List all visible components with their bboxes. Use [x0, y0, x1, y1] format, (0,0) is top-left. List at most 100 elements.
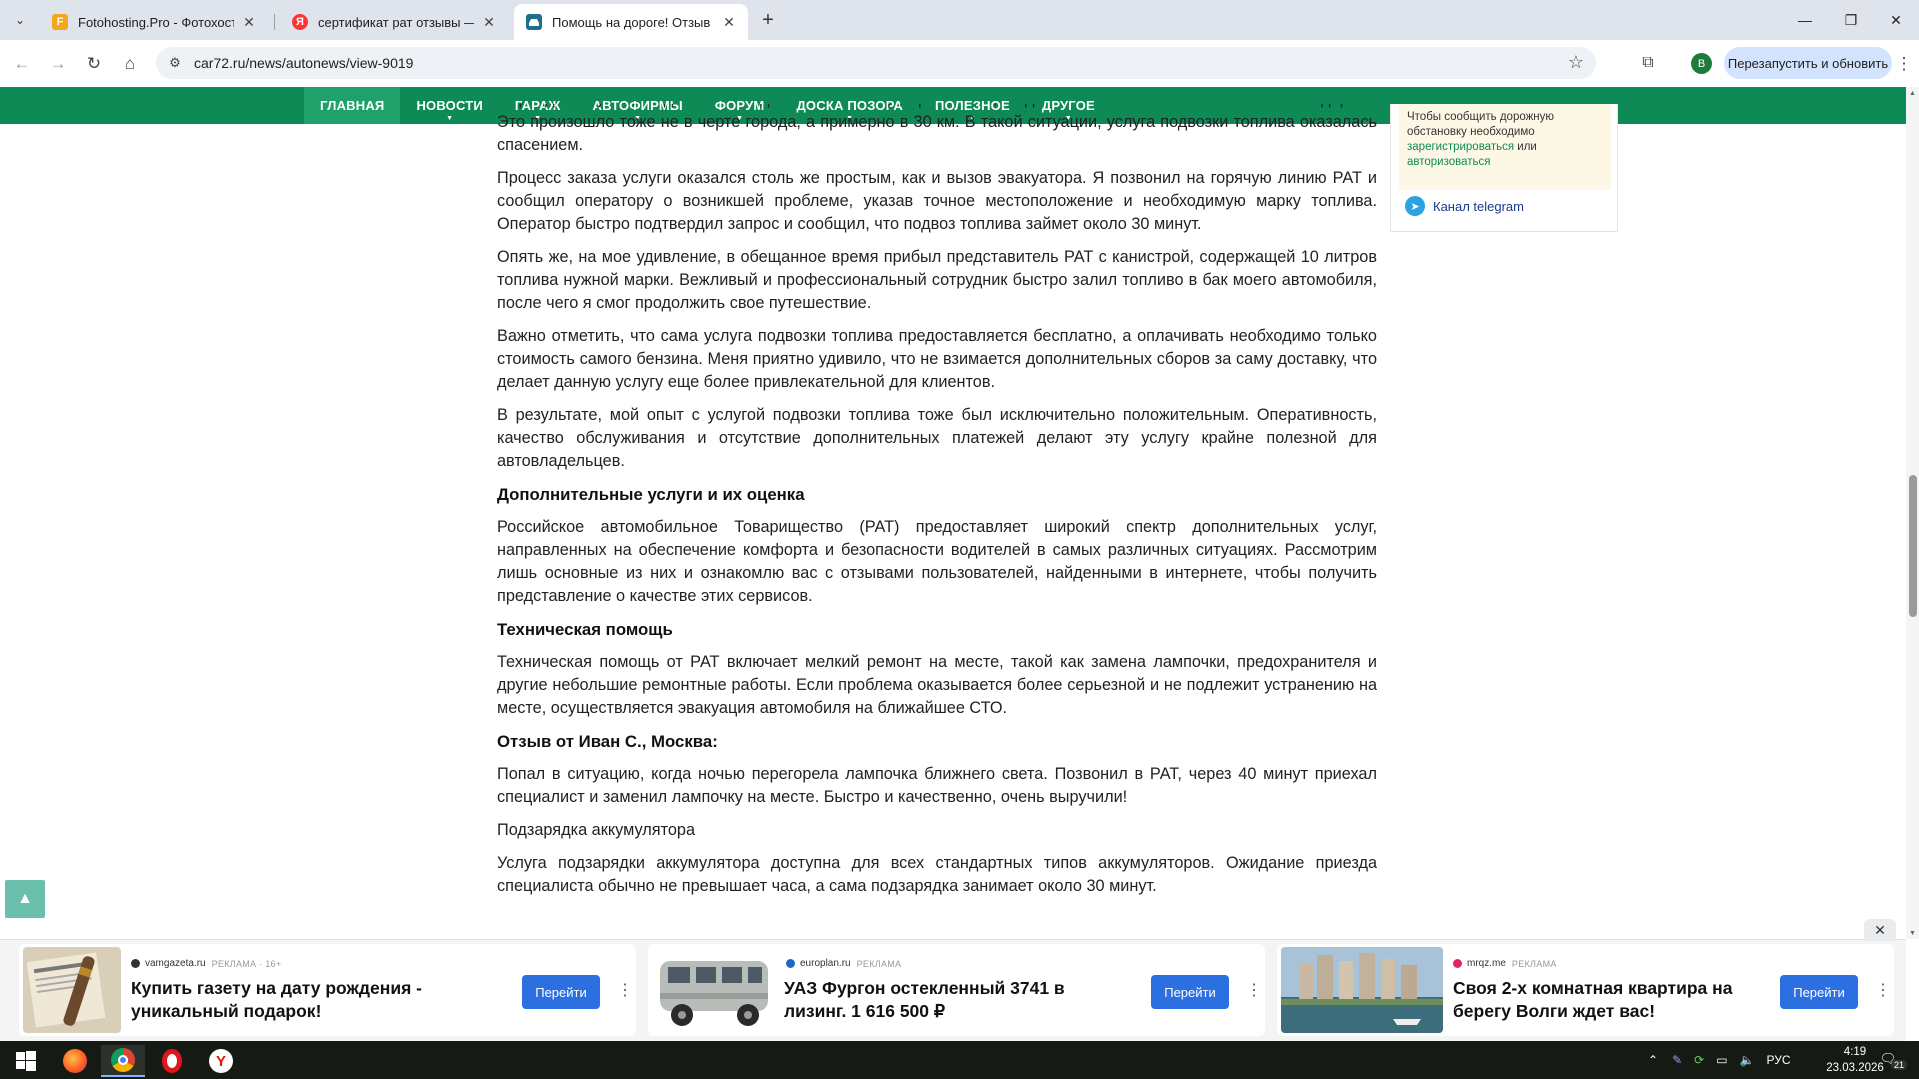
clock[interactable]: 4:19 23.03.2026 [1824, 1044, 1886, 1076]
fotohosting-favicon-icon: F [52, 14, 68, 30]
ad-more-icon[interactable]: ⋮ [1246, 980, 1262, 1000]
ad-source: vamgazeta.ru РЕКЛАМА · 16+ [131, 958, 281, 969]
article-paragraph: Услуга подзарядки аккумулятора доступна … [497, 854, 1377, 895]
tab-title: сертификат рат отзывы — Янд [318, 14, 474, 30]
telegram-icon: ➤ [1405, 196, 1425, 216]
scroll-to-top-button[interactable]: ▲ [5, 880, 45, 918]
tab-title: Fotohosting.Pro - Фотохостинг [78, 14, 234, 30]
yandex-favicon-icon: Я [292, 14, 308, 30]
article-paragraph: Подзарядка аккумулятора [497, 821, 696, 839]
ad-go-button[interactable]: Перейти [522, 975, 600, 1009]
show-hidden-icons-icon[interactable]: ⌃ [1648, 1053, 1658, 1067]
ad-source: europlan.ru РЕКЛАМА [786, 958, 901, 969]
ad-card-apartment[interactable]: mrqz.me РЕКЛАМА Своя 2-х комнатная кварт… [1277, 944, 1894, 1036]
article-paragraph: Еще один случай, когда мне понадобилась … [497, 104, 1377, 154]
pen-icon[interactable]: ✎ [1672, 1053, 1682, 1067]
article-paragraph: Российское автомобильное Товарищество (Р… [497, 518, 1377, 605]
ad-card-newspaper[interactable]: vamgazeta.ru РЕКЛАМА · 16+ Купить газету… [19, 944, 636, 1036]
address-bar[interactable]: ⚙ car72.ru/news/autonews/view-9019 ☆ [156, 47, 1596, 79]
ad-source-domain: mrqz.me [1467, 958, 1506, 969]
scroll-up-arrow-icon[interactable]: ▲ [1906, 87, 1919, 99]
forward-button[interactable]: → [44, 50, 72, 78]
ad-go-button[interactable]: Перейти [1780, 975, 1858, 1009]
minimize-button[interactable]: — [1782, 0, 1828, 40]
article-paragraph: Опять же, на мое удивление, в обещанное … [497, 248, 1377, 312]
ad-source-domain: vamgazeta.ru [145, 958, 206, 969]
ad-card-uaz[interactable]: europlan.ru РЕКЛАМА УАЗ Фургон остекленн… [648, 944, 1265, 1036]
ad-source-icon [786, 959, 795, 968]
tab-car72-article[interactable]: Помощь на дороге! Отзыв о к ✕ [514, 4, 748, 40]
close-window-button[interactable]: ✕ [1873, 0, 1919, 40]
ad-source-icon [131, 959, 140, 968]
road-report-note: Чтобы сообщить дорожную обстановку необх… [1399, 104, 1611, 190]
article-paragraph: Техническая помощь от РАТ включает мелки… [497, 653, 1377, 717]
dropdown-caret-icon: ▼ [446, 115, 454, 122]
profile-avatar[interactable]: B [1691, 53, 1712, 74]
nav-item-label: НОВОСТИ [416, 98, 483, 113]
telegram-label: Канал telegram [1433, 198, 1524, 214]
close-tab-icon[interactable]: ✕ [240, 13, 258, 31]
article-body: Еще один случай, когда мне понадобилась … [497, 104, 1377, 939]
home-button[interactable]: ⌂ [116, 50, 144, 78]
ad-label: РЕКЛАМА · 16+ [211, 958, 282, 969]
sync-icon[interactable]: ⟳ [1694, 1053, 1704, 1067]
telegram-channel-link[interactable]: ➤ Канал telegram [1405, 196, 1524, 216]
article-paragraph: Процесс заказа услуги оказался столь же … [497, 169, 1377, 233]
browser-menu-icon[interactable]: ⋮ [1894, 50, 1914, 78]
ad-more-icon[interactable]: ⋮ [1875, 980, 1891, 1000]
article-heading: Отзыв от Иван С., Москва: [497, 732, 718, 751]
login-link[interactable]: авторизоваться [1407, 156, 1491, 168]
nav-item-1[interactable]: НОВОСТИ ▼ [400, 87, 498, 124]
car72-favicon-icon [526, 14, 542, 30]
volume-icon[interactable]: 🔈 [1740, 1053, 1755, 1067]
tab-yandex-search[interactable]: Я сертификат рат отзывы — Янд ✕ [280, 4, 508, 40]
reload-button[interactable]: ↻ [80, 50, 108, 78]
tab-search-button[interactable]: ⌄ [8, 8, 32, 32]
start-button[interactable] [4, 1045, 48, 1077]
scroll-down-arrow-icon[interactable]: ▼ [1906, 927, 1919, 939]
tab-strip: ⌄ F Fotohosting.Pro - Фотохостинг ✕ Я се… [0, 0, 1919, 40]
ad-title[interactable]: Купить газету на дату рождения - уникаль… [131, 977, 431, 1023]
firefox-taskbar-icon[interactable] [53, 1045, 97, 1077]
ad-image-apartments [1281, 947, 1443, 1033]
close-tab-icon[interactable]: ✕ [720, 13, 738, 31]
ad-go-button[interactable]: Перейти [1151, 975, 1229, 1009]
register-link[interactable]: зарегистрироваться [1407, 141, 1514, 153]
note-text: Чтобы сообщить дорожную обстановку необх… [1407, 111, 1555, 138]
system-tray: ⌃ ✎ ⟳ ▭ 🔈 РУС [1648, 1041, 1799, 1079]
yandex-browser-taskbar-icon[interactable]: Y [199, 1045, 243, 1077]
chrome-taskbar-icon[interactable] [101, 1045, 145, 1077]
opera-taskbar-icon[interactable] [150, 1045, 194, 1077]
language-indicator[interactable]: РУС [1766, 1053, 1790, 1067]
nav-item-label: ГЛАВНАЯ [320, 98, 385, 113]
ad-label: РЕКЛАМА [1511, 958, 1557, 969]
back-button[interactable]: ← [8, 50, 36, 78]
ad-image-van [652, 947, 776, 1033]
site-info-icon[interactable]: ⚙ [166, 54, 184, 72]
nav-item-0[interactable]: ГЛАВНАЯ [304, 87, 401, 124]
close-tab-icon[interactable]: ✕ [480, 13, 498, 31]
restore-button[interactable]: ❐ [1828, 0, 1874, 40]
ad-more-icon[interactable]: ⋮ [617, 980, 633, 1000]
article-paragraph: Попал в ситуацию, когда ночью перегорела… [497, 765, 1377, 806]
tab-fotohosting[interactable]: F Fotohosting.Pro - Фотохостинг ✕ [40, 4, 268, 40]
or-text: или [1517, 141, 1537, 153]
network-icon[interactable]: ▭ [1716, 1053, 1727, 1067]
ad-label: РЕКЛАМА [856, 958, 902, 969]
scrollbar-thumb[interactable] [1909, 475, 1917, 617]
extensions-icon[interactable]: ⧉ [1634, 49, 1662, 77]
url-text[interactable]: car72.ru/news/autonews/view-9019 [194, 55, 413, 71]
new-tab-button[interactable]: + [756, 8, 780, 32]
ad-title[interactable]: УАЗ Фургон остекленный 3741 в лизинг. 1 … [784, 977, 1074, 1023]
tab-title: Помощь на дороге! Отзыв о к [552, 14, 714, 30]
clock-date: 23.03.2026 [1826, 1062, 1884, 1074]
sidebar-road-widget: Чтобы сообщить дорожную обстановку необх… [1390, 104, 1618, 232]
article-heading: Техническая помощь [497, 620, 673, 639]
ad-source: mrqz.me РЕКЛАМА [1453, 958, 1557, 969]
bookmark-star-icon[interactable]: ☆ [1568, 52, 1584, 73]
relaunch-update-button[interactable]: Перезапустить и обновить [1724, 47, 1892, 79]
ad-title[interactable]: Своя 2-х комнатная квартира на берегу Во… [1453, 977, 1753, 1023]
close-ads-icon[interactable]: ✕ [1864, 919, 1896, 941]
ad-source-icon [1453, 959, 1462, 968]
ad-image-newspaper [23, 947, 121, 1033]
